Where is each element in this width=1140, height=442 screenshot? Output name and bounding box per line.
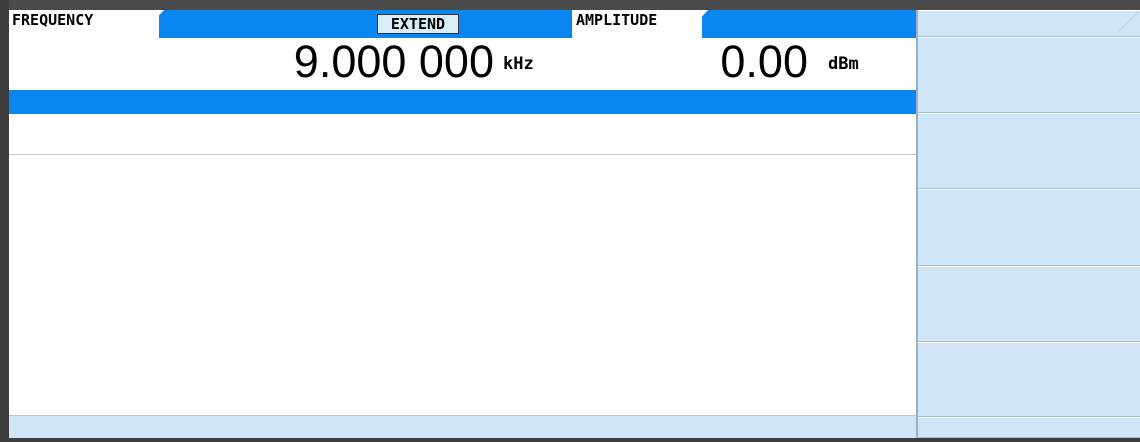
frequency-header-bar bbox=[159, 10, 572, 38]
frequency-panel[interactable]: FREQUENCY EXTEND 9.000 000 kHz bbox=[9, 10, 573, 90]
main-display: FREQUENCY EXTEND 9.000 000 kHz AMPLITUDE… bbox=[9, 10, 916, 439]
status-bar bbox=[9, 90, 916, 114]
softkey-2[interactable] bbox=[918, 113, 1140, 189]
amplitude-tab-slant bbox=[682, 10, 708, 38]
frame-top bbox=[0, 0, 1140, 10]
frame-left bbox=[0, 0, 9, 442]
frequency-label: FREQUENCY bbox=[9, 10, 138, 38]
frame-bottom bbox=[0, 438, 1140, 442]
softkey-column bbox=[916, 10, 1140, 438]
amplitude-value: 0.00 bbox=[720, 36, 808, 87]
softkey-4[interactable] bbox=[918, 266, 1140, 342]
amplitude-panel[interactable]: AMPLITUDE 0.00 dBm bbox=[572, 10, 916, 90]
amplitude-header-bar bbox=[702, 10, 916, 38]
info-line bbox=[9, 114, 916, 155]
instrument-display: FREQUENCY EXTEND 9.000 000 kHz AMPLITUDE… bbox=[0, 0, 1140, 442]
softkey-3[interactable] bbox=[918, 189, 1140, 266]
softkey-title bbox=[918, 10, 1140, 37]
extend-badge: EXTEND bbox=[377, 14, 459, 34]
frequency-unit: kHz bbox=[503, 54, 534, 74]
softkey-5[interactable] bbox=[918, 342, 1140, 417]
softkey-1[interactable] bbox=[918, 37, 1140, 113]
bottom-status-bar bbox=[9, 415, 916, 439]
softkey-corner-icon bbox=[1118, 11, 1140, 31]
frequency-value: 9.000 000 bbox=[293, 36, 494, 87]
softkey-6[interactable] bbox=[918, 417, 1140, 438]
content-area bbox=[9, 155, 916, 415]
amplitude-label: AMPLITUDE bbox=[572, 10, 682, 38]
amplitude-unit: dBm bbox=[828, 54, 859, 74]
frequency-tab-slant bbox=[138, 10, 164, 38]
